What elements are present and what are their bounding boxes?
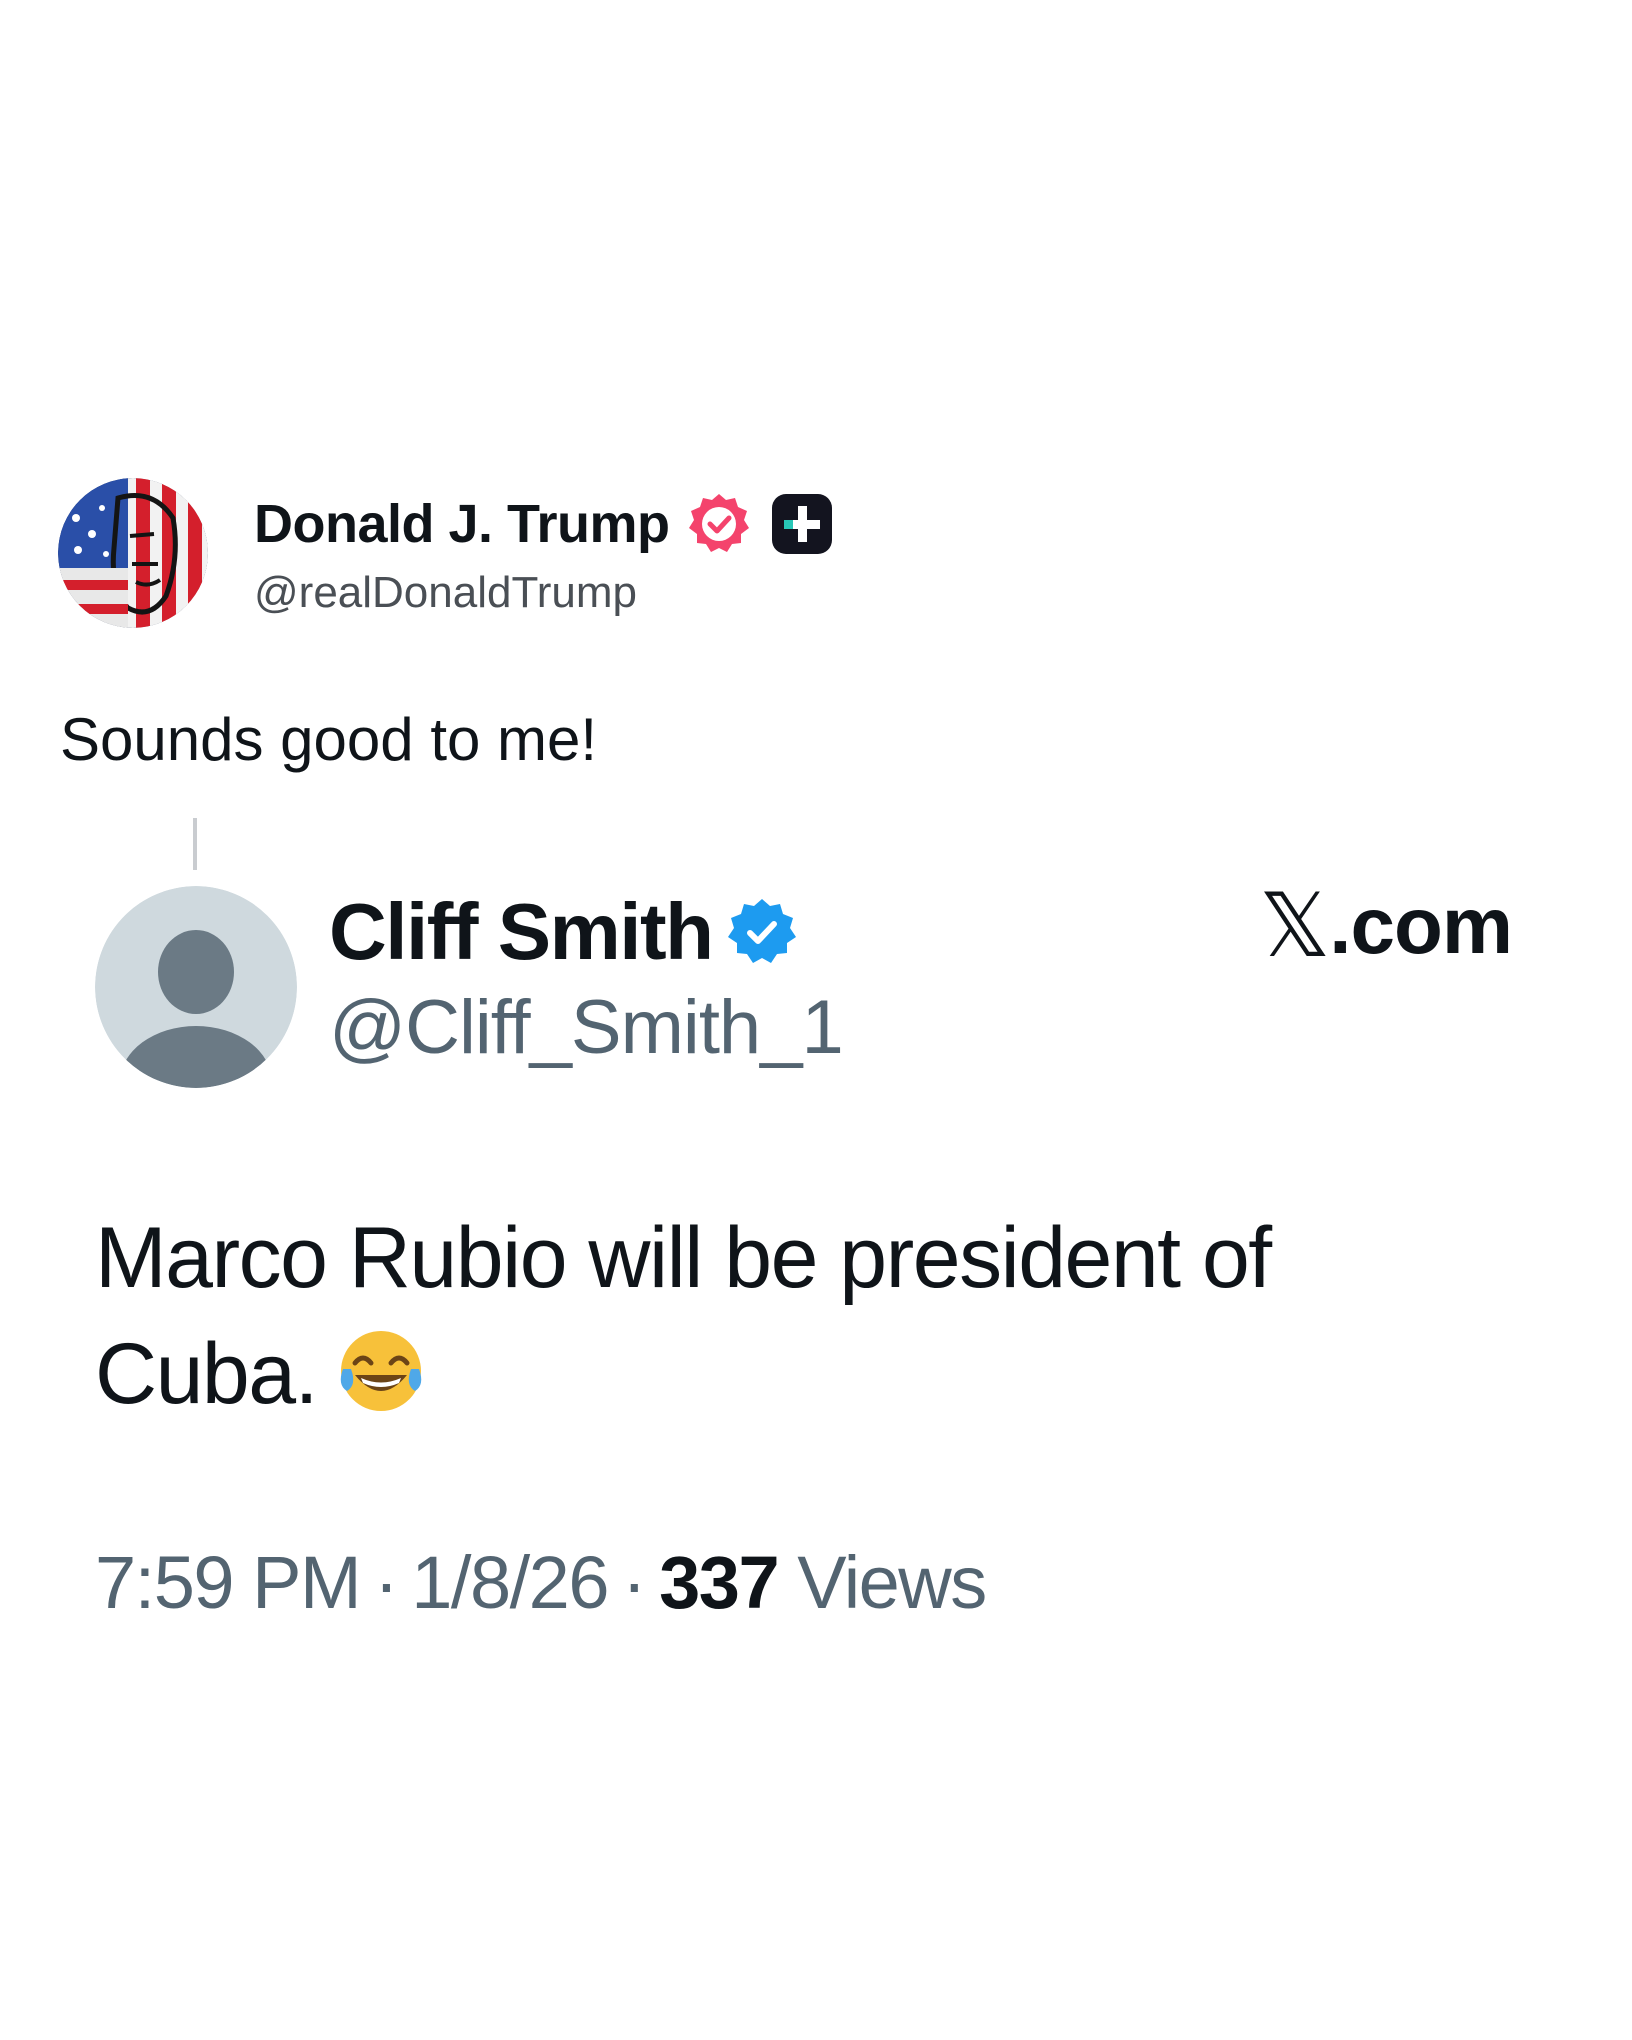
quoted-display-name[interactable]: Cliff Smith xyxy=(329,886,714,978)
quoted-tweet-text: Marco Rubio will be president of Cuba. xyxy=(95,1200,1495,1432)
post-author-block: Donald J. Trump @realDonaldTrump xyxy=(254,488,834,618)
verified-badge-icon xyxy=(688,494,749,552)
avatar-icon xyxy=(58,478,208,628)
american-flag-portrait-avatar[interactable] xyxy=(58,478,208,628)
default-avatar-icon xyxy=(95,886,297,1088)
tweet-date[interactable]: 1/8/26 xyxy=(411,1541,609,1624)
plus-badge-icon xyxy=(771,494,832,554)
meta-separator: · xyxy=(374,1541,399,1624)
quoted-tweet-meta: 7:59 PM · 1/8/26 · 337 Views xyxy=(95,1540,987,1625)
post-handle[interactable]: @realDonaldTrump xyxy=(254,568,834,618)
meta-separator: · xyxy=(622,1541,647,1624)
quoted-tweet-body: Marco Rubio will be president of Cuba. xyxy=(95,1210,1272,1422)
quoted-author-block: Cliff Smith @Cliff_Smith_1 xyxy=(329,884,844,1071)
x-com-suffix: .com xyxy=(1329,881,1513,970)
quoted-tweet-header: Cliff Smith @Cliff_Smith_1 xyxy=(95,884,844,1088)
thread-connector-line xyxy=(193,818,197,870)
views-label: Views xyxy=(797,1541,987,1624)
post-text: Sounds good to me! xyxy=(60,706,598,773)
default-profile-avatar[interactable] xyxy=(95,886,297,1088)
post-name-row: Donald J. Trump xyxy=(254,488,834,560)
x-com-source-label[interactable]: 𝕏 .com xyxy=(1259,874,1513,977)
quoted-name-row: Cliff Smith xyxy=(329,884,843,980)
face-with-tears-of-joy-icon xyxy=(340,1331,422,1411)
views-count: 337 xyxy=(659,1541,779,1624)
verified-badge-icon xyxy=(728,898,797,963)
x-logo-icon: 𝕏 xyxy=(1259,874,1330,977)
post-header: Donald J. Trump @realDonaldTrump xyxy=(58,478,834,628)
quoted-handle[interactable]: @Cliff_Smith_1 xyxy=(329,984,844,1071)
tweet-time[interactable]: 7:59 PM xyxy=(95,1541,362,1624)
post-display-name[interactable]: Donald J. Trump xyxy=(254,493,670,555)
